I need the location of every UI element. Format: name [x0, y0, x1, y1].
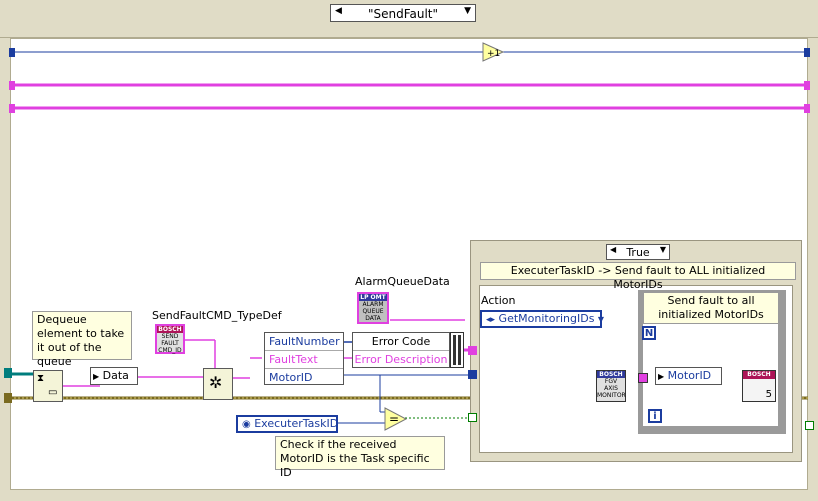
- pink-terminal-right-2[interactable]: [804, 104, 810, 113]
- data-tag-text: Data: [102, 369, 129, 382]
- pink-terminal-left-1[interactable]: [9, 81, 15, 90]
- shift-register-left[interactable]: [9, 48, 15, 57]
- bundle-terminal-bar-2: [458, 335, 461, 365]
- typedef-line-1: SEND: [161, 333, 179, 340]
- variant-to-data-node[interactable]: ✲: [203, 368, 233, 400]
- globe-icon: ◉: [242, 419, 251, 430]
- dequeue-comment: Dequeue element to take it out of the qu…: [32, 311, 132, 368]
- inner-case-tunnel-pink[interactable]: [468, 346, 477, 355]
- increment-label: +1: [487, 49, 500, 59]
- motor-id-text: MotorID: [667, 369, 712, 382]
- index-tunnel[interactable]: [638, 373, 648, 383]
- inner-case-description: ExecuterTaskID -> Send fault to ALL init…: [480, 262, 796, 291]
- motor-id-tag[interactable]: ▶ MotorID: [655, 367, 722, 385]
- pink-terminal-right-1[interactable]: [804, 81, 810, 90]
- equal-sign: =: [389, 412, 399, 426]
- unbundle-fault-number[interactable]: FaultNumber: [265, 333, 343, 351]
- fgv-line-2: AXIS: [604, 385, 618, 392]
- outer-tunnel-left-teal[interactable]: [4, 368, 12, 378]
- bundle-terminal-bar-1: [453, 335, 456, 365]
- queue-icon: ▭: [48, 387, 58, 398]
- dequeue-icon: ⧗: [37, 373, 45, 384]
- shift-register-right[interactable]: [804, 48, 810, 57]
- typedef-bosch: BOSCH: [157, 326, 183, 333]
- inner-selector-value: True: [626, 246, 650, 259]
- inner-selector-prev[interactable]: ◀: [610, 245, 616, 254]
- action-label: Action: [481, 294, 516, 307]
- data-tag[interactable]: ▶ Data: [90, 367, 138, 385]
- inner-selector-dropdown[interactable]: ▼: [660, 245, 666, 254]
- unbundle-motor-id[interactable]: MotorID: [265, 369, 343, 386]
- fgv-line-1: FGV: [604, 378, 618, 385]
- alarm-line-0: LP OMT: [359, 294, 387, 301]
- fgv-line-3: MONITOR: [597, 392, 626, 399]
- dequeue-element-node[interactable]: ⧗ ▭: [33, 370, 63, 402]
- inner-case-tunnel-blue[interactable]: [468, 370, 477, 379]
- increment-node[interactable]: +1: [482, 42, 504, 62]
- alarm-line-1: ALARM: [362, 301, 384, 308]
- alarm-line-3: DATA: [365, 315, 381, 322]
- inner-case-tunnel-green[interactable]: [468, 413, 477, 422]
- enum-dropdown-icon[interactable]: ▼: [598, 315, 604, 324]
- inner-case-selector[interactable]: ◀ True ▼: [606, 244, 670, 260]
- data-tag-arrow: ▶: [93, 372, 100, 381]
- fgv-axis-monitor[interactable]: BOSCH FGV AXIS MONITOR: [596, 370, 626, 402]
- alarm-label: AlarmQueueData: [355, 275, 450, 288]
- enum-arrow-icon: ◂▸: [486, 315, 496, 325]
- typedef-line-3: CMD_ID: [158, 347, 182, 354]
- gear-icon: ✲: [209, 373, 223, 392]
- loop-iteration-terminal[interactable]: i: [648, 409, 662, 423]
- equal-node[interactable]: =: [384, 407, 408, 431]
- send-fault-count: 5: [765, 389, 772, 400]
- outer-tunnel-left-brown[interactable]: [4, 393, 12, 403]
- executer-task-id-text: ExecuterTaskID: [254, 417, 339, 430]
- unbundle-by-name[interactable]: FaultNumber FaultText MotorID: [264, 332, 344, 385]
- outer-tunnel-green[interactable]: [805, 421, 814, 430]
- typedef-label: SendFaultCMD_TypeDef: [152, 309, 282, 322]
- for-loop-comment: Send fault to all initialized MotorIDs: [643, 292, 779, 324]
- typedef-constant[interactable]: BOSCH SEND FAULT CMD_ID: [155, 324, 185, 354]
- send-fault-subvi[interactable]: BOSCH 5: [742, 370, 776, 402]
- typedef-line-2: FAULT: [161, 340, 179, 347]
- check-motorid-comment: Check if the received MotorID is the Tas…: [275, 436, 445, 479]
- motor-id-arrow: ▶: [658, 372, 665, 381]
- send-fault-bosch: BOSCH: [743, 371, 775, 379]
- bundle-error-description[interactable]: Error Description: [353, 351, 449, 368]
- bundle-by-name[interactable]: Error Code Error Description: [352, 332, 450, 368]
- action-enum-constant[interactable]: ◂▸ GetMonitoringIDs ▼: [480, 310, 604, 328]
- bundle-terminals[interactable]: [450, 332, 464, 368]
- bundle-error-code[interactable]: Error Code: [353, 333, 449, 351]
- loop-count-terminal[interactable]: N: [642, 326, 656, 340]
- action-enum-text: GetMonitoringIDs: [498, 312, 595, 325]
- unbundle-fault-text[interactable]: FaultText: [265, 351, 343, 369]
- executer-task-id-constant[interactable]: ◉ ExecuterTaskID: [236, 415, 338, 433]
- alarm-line-2: QUEUE: [362, 308, 384, 315]
- pink-terminal-left-2[interactable]: [9, 104, 15, 113]
- alarm-constant[interactable]: LP OMT ALARM QUEUE DATA: [357, 292, 389, 324]
- fgv-line-0: BOSCH: [597, 371, 625, 378]
